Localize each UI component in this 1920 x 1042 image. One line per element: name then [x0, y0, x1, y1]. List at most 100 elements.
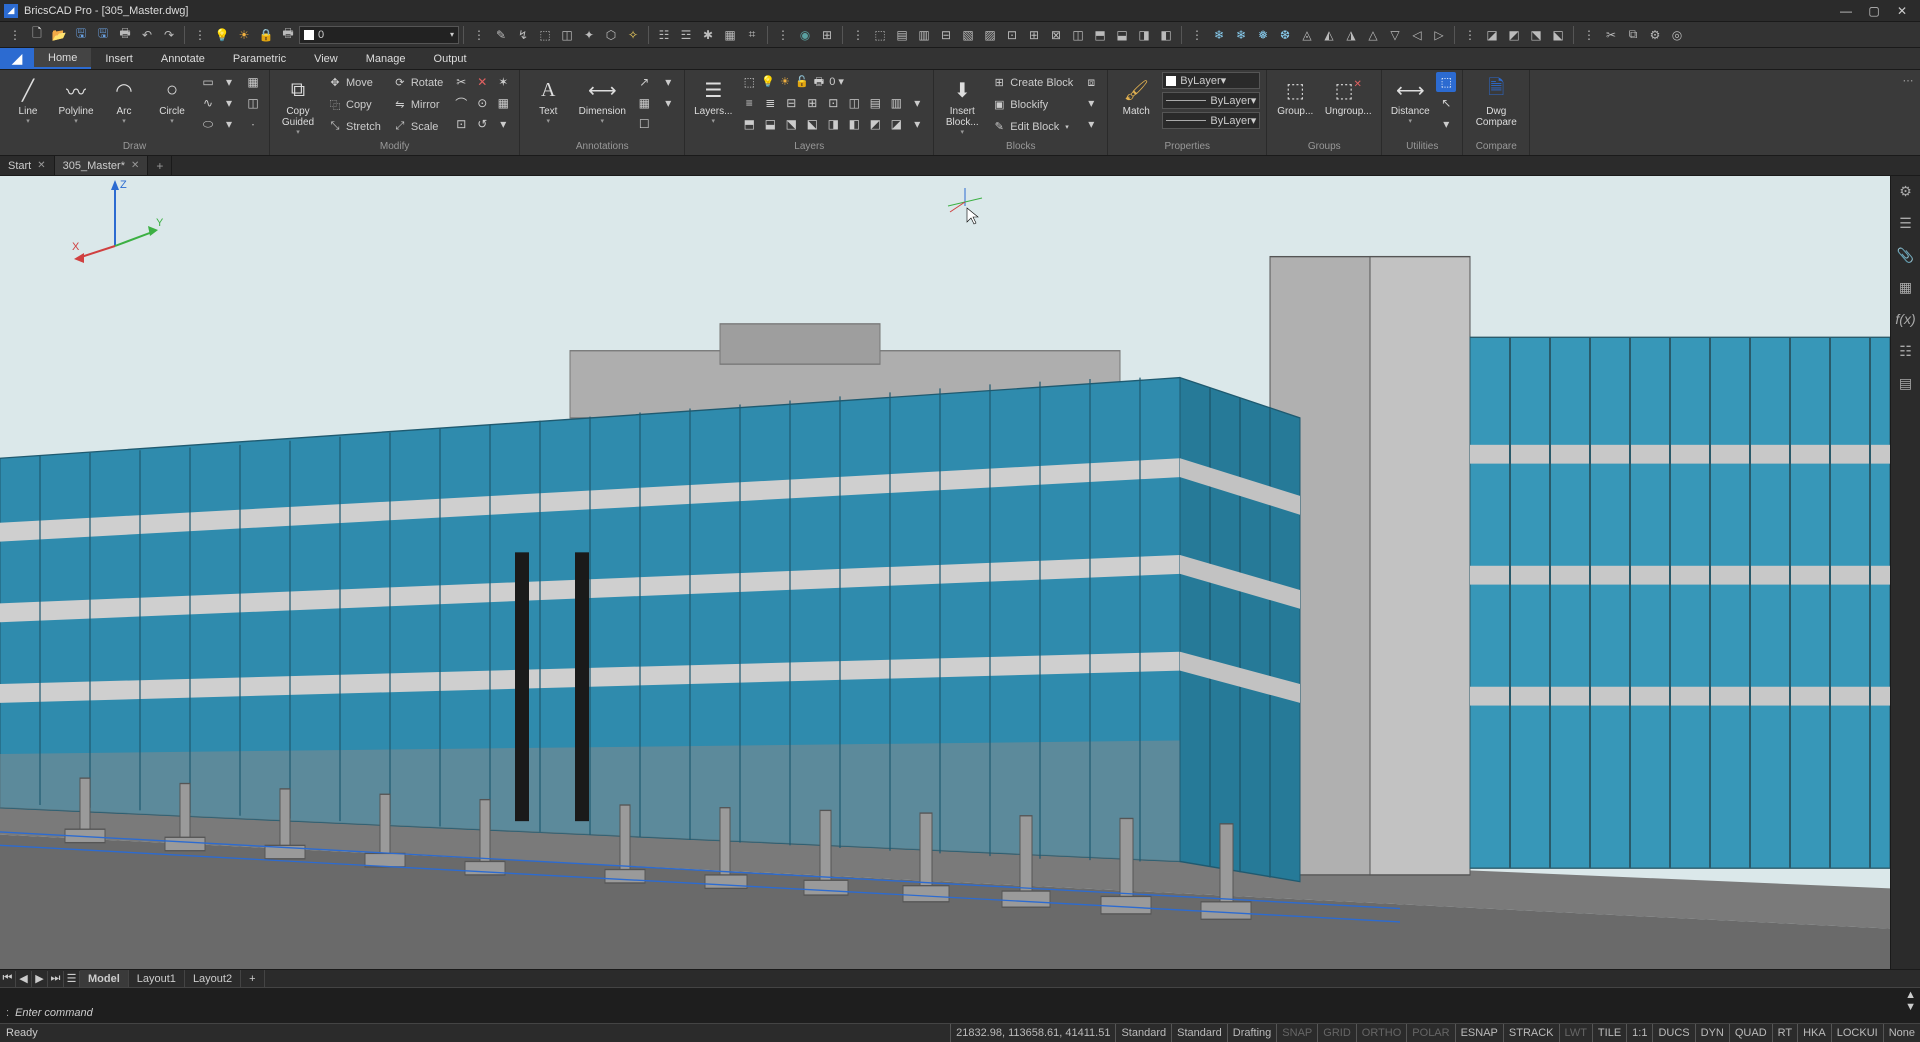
text-button[interactable]: AText▾: [526, 72, 570, 138]
handle-icon[interactable]: ⋮: [5, 25, 25, 45]
tool-icon[interactable]: ▾: [658, 72, 678, 92]
tool-icon[interactable]: ✂: [1601, 25, 1621, 45]
table-icon[interactable]: ▦: [634, 93, 654, 113]
rect-icon[interactable]: ▭: [198, 72, 218, 92]
layer-dropdown[interactable]: 0 ▾: [299, 26, 459, 44]
sun-icon[interactable]: ☀: [234, 25, 254, 45]
status-toggle-quad[interactable]: QUAD: [1729, 1024, 1772, 1042]
status-toggle-snap[interactable]: SNAP: [1276, 1024, 1317, 1042]
tool-icon[interactable]: ⊡: [451, 114, 471, 134]
handle-icon[interactable]: ⋮: [190, 25, 210, 45]
tool-icon[interactable]: ⬔: [1526, 25, 1546, 45]
tool-icon[interactable]: ◫: [1068, 25, 1088, 45]
status-toggle-strack[interactable]: STRACK: [1503, 1024, 1559, 1042]
undo-icon[interactable]: ↶: [137, 25, 157, 45]
array-icon[interactable]: ▦: [493, 93, 513, 113]
minimize-button[interactable]: —: [1832, 1, 1860, 21]
tab-view[interactable]: View: [300, 48, 352, 69]
attach-panel-icon[interactable]: 📎: [1897, 246, 1915, 264]
print-icon[interactable]: 🖶: [278, 25, 298, 45]
bulb-icon[interactable]: 💡: [212, 25, 232, 45]
tool-icon[interactable]: ⊠: [1046, 25, 1066, 45]
tool-icon[interactable]: ⊟: [781, 93, 801, 113]
tool-icon[interactable]: ≡: [739, 93, 759, 113]
tool-icon[interactable]: ▽: [1385, 25, 1405, 45]
tool-icon[interactable]: ❆: [1275, 25, 1295, 45]
tool-icon[interactable]: ◩: [1504, 25, 1524, 45]
status-drafting[interactable]: Drafting: [1227, 1024, 1277, 1042]
scroll-up-icon[interactable]: ▲: [1905, 989, 1916, 1001]
tool-icon[interactable]: ✱: [698, 25, 718, 45]
tool-icon[interactable]: ◪: [1482, 25, 1502, 45]
tool-icon[interactable]: ▤: [892, 25, 912, 45]
tool-icon[interactable]: ❅: [1253, 25, 1273, 45]
grid-panel-icon[interactable]: ▦: [1897, 278, 1915, 296]
offset-icon[interactable]: ⊙: [472, 93, 492, 113]
redo-icon[interactable]: ↷: [159, 25, 179, 45]
tool-icon[interactable]: ⊞: [1024, 25, 1044, 45]
color-combo[interactable]: ByLayer▾: [1162, 72, 1260, 89]
tool-icon[interactable]: ⊟: [936, 25, 956, 45]
tool-icon[interactable]: ⬒: [1090, 25, 1110, 45]
tool-icon[interactable]: ◧: [1156, 25, 1176, 45]
status-toggle-lockui[interactable]: LOCKUI: [1831, 1024, 1883, 1042]
layout-add[interactable]: +: [241, 970, 264, 987]
ungroup-button[interactable]: ⬚✕Ungroup...: [1321, 72, 1375, 138]
command-line[interactable]: : Enter command: [0, 1003, 1920, 1023]
panel-toggle-icon[interactable]: ⚙: [1897, 182, 1915, 200]
status-toggle-lwt[interactable]: LWT: [1559, 1024, 1592, 1042]
tool-icon[interactable]: ⬕: [1548, 25, 1568, 45]
dimension-button[interactable]: ⟷Dimension▾: [574, 72, 630, 138]
create-block-button[interactable]: ⊞Create Block: [988, 72, 1077, 93]
tool-icon[interactable]: ◉: [795, 25, 815, 45]
tool-icon[interactable]: ◭: [1319, 25, 1339, 45]
tool-icon[interactable]: ❄: [1209, 25, 1229, 45]
tool-icon[interactable]: ⬒: [739, 114, 759, 134]
tool-icon[interactable]: ❄: [1231, 25, 1251, 45]
tool-icon[interactable]: ⧈: [1081, 72, 1101, 92]
tab-parametric[interactable]: Parametric: [219, 48, 300, 69]
close-icon[interactable]: ✕: [37, 160, 45, 171]
tool-icon[interactable]: ▥: [914, 25, 934, 45]
tool-icon[interactable]: ☷: [654, 25, 674, 45]
tool-icon[interactable]: ◫: [844, 93, 864, 113]
tool-icon[interactable]: ≣: [760, 93, 780, 113]
mirror-button[interactable]: ⇋Mirror: [389, 94, 447, 115]
spline-icon[interactable]: ∿: [198, 93, 218, 113]
copy-button[interactable]: ⿻Copy: [324, 94, 385, 115]
region-icon[interactable]: ◫: [243, 93, 263, 113]
structure-panel-icon[interactable]: ☷: [1897, 342, 1915, 360]
next-icon[interactable]: ▶: [32, 971, 48, 987]
tool-icon[interactable]: ⊞: [802, 93, 822, 113]
layout-1[interactable]: Layout1: [129, 970, 185, 987]
tool-icon[interactable]: ◨: [1134, 25, 1154, 45]
tool-icon[interactable]: ▾: [493, 114, 513, 134]
tool-icon[interactable]: ▾: [907, 93, 927, 113]
saveas-icon[interactable]: 🖫: [93, 25, 113, 45]
explode-icon[interactable]: ✶: [493, 72, 513, 92]
tool-icon[interactable]: ◨: [823, 114, 843, 134]
tool-icon[interactable]: ▾: [1436, 114, 1456, 134]
move-button[interactable]: ✥Move: [324, 72, 385, 93]
status-toggle-1:1[interactable]: 1:1: [1626, 1024, 1652, 1042]
tool-icon[interactable]: ⌗: [742, 25, 762, 45]
maximize-button[interactable]: ▢: [1860, 1, 1888, 21]
layout-model[interactable]: Model: [80, 970, 129, 987]
list-icon[interactable]: ☰: [64, 971, 80, 987]
stretch-button[interactable]: ⤡Stretch: [324, 116, 385, 137]
arc-button[interactable]: ◠Arc▾: [102, 72, 146, 138]
tool-icon[interactable]: ▧: [958, 25, 978, 45]
status-toggle-esnap[interactable]: ESNAP: [1455, 1024, 1503, 1042]
tool-icon[interactable]: ✎: [491, 25, 511, 45]
close-button[interactable]: ✕: [1888, 1, 1916, 21]
tool-icon[interactable]: ⬓: [1112, 25, 1132, 45]
prev-icon[interactable]: ◀: [16, 971, 32, 987]
polyline-button[interactable]: 〰Polyline▾: [54, 72, 98, 138]
insert-block-button[interactable]: ⬇Insert Block...▾: [940, 72, 984, 138]
status-toggle-ducs[interactable]: DUCS: [1652, 1024, 1694, 1042]
lineweight-combo[interactable]: ByLayer▾: [1162, 92, 1260, 109]
tool-icon[interactable]: ▾: [219, 93, 239, 113]
tool-icon[interactable]: ▾: [219, 72, 239, 92]
status-toggle-rt[interactable]: RT: [1772, 1024, 1797, 1042]
viewport[interactable]: Z Y X: [0, 176, 1890, 969]
